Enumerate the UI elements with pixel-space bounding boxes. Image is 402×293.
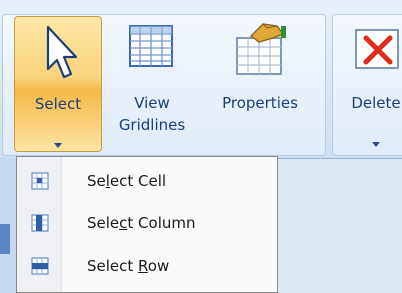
select-button[interactable]: Select [14,16,102,152]
delete-dropdown-arrow [372,142,380,147]
delete-label: Delete [351,94,401,112]
select-column-icon [31,214,49,236]
select-dropdown-arrow [54,143,62,148]
gridlines-icon [126,20,178,78]
menu-item-select-column[interactable]: Select Column [17,202,277,244]
delete-table-icon [350,20,402,78]
menu-item-label: Select Column [87,214,196,232]
selection-marker [0,224,10,254]
select-row-icon [31,257,49,279]
cursor-arrow-icon [36,21,80,89]
view-gridlines-button[interactable]: View Gridlines [112,16,192,152]
menu-item-label: Select Cell [87,172,167,190]
properties-label: Properties [222,94,298,112]
select-label: Select [34,95,82,113]
menu-item-select-row[interactable]: Select Row [17,245,277,287]
select-dropdown-menu: Select Cell Select Column Select Row [16,156,278,293]
ribbon: Select View Gridlines Properties Delete [0,0,402,159]
document-edge [0,158,16,293]
view-gridlines-label-2: Gridlines [118,116,186,134]
properties-button[interactable]: Properties [204,16,316,152]
table-properties-icon [229,20,291,84]
view-gridlines-label-1: View [134,94,170,112]
menu-item-label: Select Row [87,257,170,275]
delete-button[interactable]: Delete [336,16,402,152]
menu-item-select-cell[interactable]: Select Cell [17,160,277,202]
select-cell-icon [31,172,49,194]
